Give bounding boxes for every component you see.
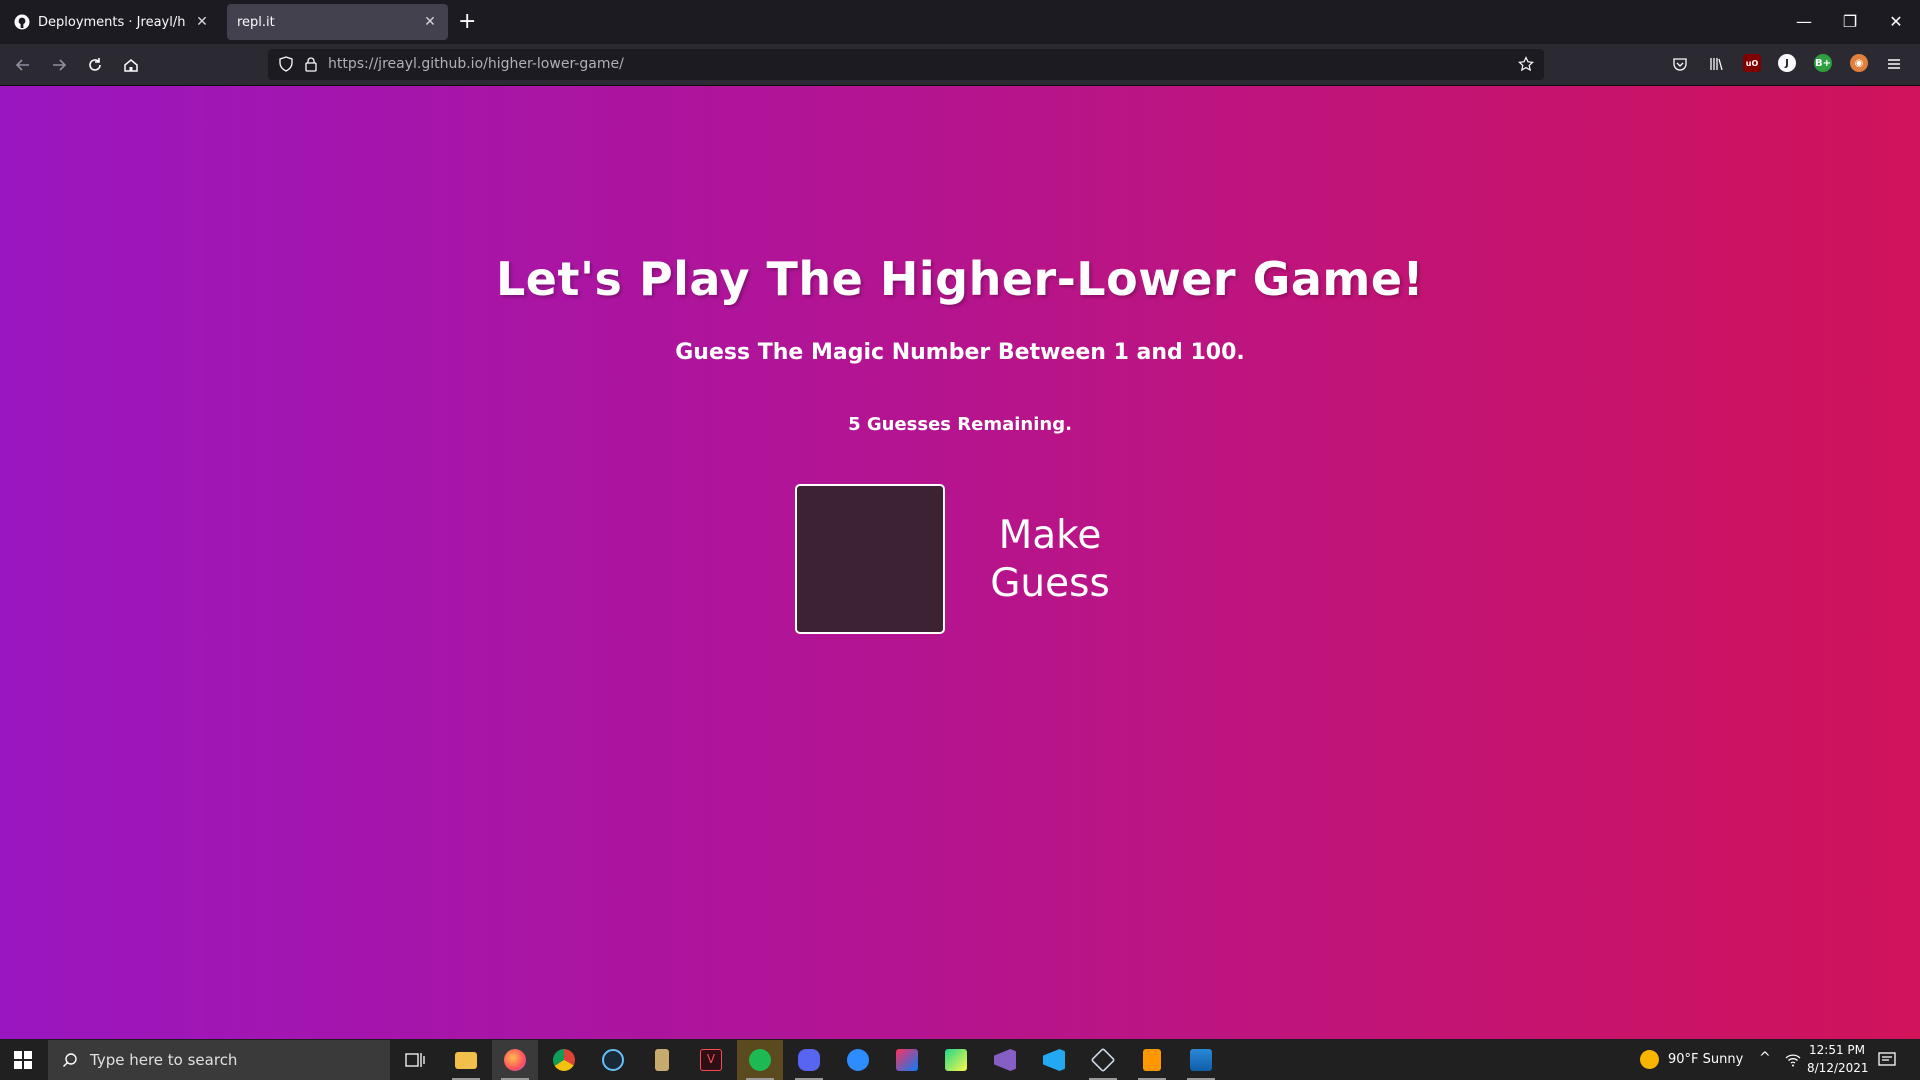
intellij-icon[interactable] bbox=[884, 1040, 930, 1080]
forward-arrow-icon bbox=[53, 59, 67, 71]
make-guess-button[interactable]: Make Guess bbox=[975, 510, 1125, 610]
valorant-icon[interactable]: V bbox=[688, 1040, 734, 1080]
windows-taskbar: Type here to search V 90°F Sunny ^ 12:51… bbox=[0, 1040, 1920, 1080]
bookmark-star-icon[interactable] bbox=[1518, 56, 1534, 72]
page-title: Let's Play The Higher-Lower Game! bbox=[495, 252, 1425, 306]
back-arrow-icon bbox=[15, 59, 29, 71]
sublime-text-icon[interactable] bbox=[1129, 1040, 1175, 1080]
search-placeholder: Type here to search bbox=[90, 1051, 238, 1069]
extension-icon-2[interactable]: ◉ bbox=[1850, 54, 1868, 72]
game-page: Let's Play The Higher-Lower Game! Guess … bbox=[0, 86, 1920, 1039]
virtualbox-icon[interactable] bbox=[1080, 1040, 1126, 1080]
restore-icon[interactable]: ❐ bbox=[1838, 10, 1862, 34]
tab-deployments[interactable]: Deployments · Jreayl/higher-lower-game ✕ bbox=[4, 4, 220, 40]
lock-icon[interactable] bbox=[304, 56, 318, 72]
address-bar[interactable]: https://jreayl.github.io/higher-lower-ga… bbox=[268, 49, 1544, 80]
chevron-up-icon[interactable]: ^ bbox=[1759, 1050, 1771, 1066]
menu-icon[interactable] bbox=[1886, 56, 1902, 72]
zoom-icon[interactable] bbox=[835, 1040, 881, 1080]
photos-icon[interactable] bbox=[1178, 1040, 1224, 1080]
url-text[interactable]: https://jreayl.github.io/higher-lower-ga… bbox=[328, 56, 624, 72]
shield-icon[interactable] bbox=[278, 56, 294, 72]
league-of-legends-icon[interactable] bbox=[639, 1040, 685, 1080]
close-tab-icon[interactable]: ✕ bbox=[194, 14, 210, 30]
windows-logo-icon bbox=[14, 1051, 32, 1069]
visual-studio-icon[interactable] bbox=[982, 1040, 1028, 1080]
clock-time[interactable]: 12:51 PM bbox=[1809, 1043, 1865, 1057]
url-path: /higher-lower-game/ bbox=[483, 56, 624, 72]
ublock-icon[interactable]: uO bbox=[1743, 54, 1761, 72]
back-button[interactable] bbox=[10, 52, 36, 78]
github-icon bbox=[14, 14, 30, 30]
search-icon bbox=[63, 1053, 77, 1067]
sun-icon[interactable] bbox=[1640, 1050, 1659, 1069]
reload-icon bbox=[89, 58, 101, 71]
tab-title: repl.it bbox=[237, 14, 275, 30]
steam-icon[interactable] bbox=[590, 1040, 636, 1080]
browser-toolbar: https://jreayl.github.io/higher-lower-ga… bbox=[0, 44, 1920, 86]
taskbar-search-box[interactable]: Type here to search bbox=[48, 1040, 390, 1080]
new-tab-button[interactable]: + bbox=[458, 10, 476, 34]
vscode-icon[interactable] bbox=[1031, 1040, 1077, 1080]
firefox-icon[interactable] bbox=[492, 1040, 538, 1080]
library-icon[interactable] bbox=[1708, 56, 1724, 72]
start-button[interactable] bbox=[0, 1040, 46, 1080]
notifications-icon[interactable] bbox=[1878, 1052, 1896, 1068]
close-tab-icon[interactable]: ✕ bbox=[422, 14, 438, 30]
close-window-icon[interactable]: ✕ bbox=[1884, 10, 1908, 34]
forward-button[interactable] bbox=[46, 52, 72, 78]
tab-replit[interactable]: repl.it ✕ bbox=[227, 4, 448, 40]
url-host: https://jreayl.github.io bbox=[328, 56, 484, 72]
task-view-icon[interactable] bbox=[392, 1040, 438, 1080]
wifi-icon[interactable] bbox=[1785, 1053, 1801, 1067]
guesses-remaining-text: 5 Guesses Remaining. bbox=[848, 414, 1072, 435]
account-icon[interactable]: J bbox=[1778, 54, 1796, 72]
weather-text[interactable]: 90°F Sunny bbox=[1668, 1052, 1743, 1067]
tab-title: Deployments · Jreayl/higher-lower-game bbox=[38, 14, 186, 30]
extension-icon[interactable]: B+ bbox=[1814, 54, 1832, 72]
guess-input[interactable] bbox=[795, 484, 945, 634]
minimize-icon[interactable]: — bbox=[1792, 10, 1816, 34]
spotify-icon[interactable] bbox=[737, 1040, 783, 1080]
clock-date[interactable]: 8/12/2021 bbox=[1807, 1061, 1869, 1075]
pycharm-icon[interactable] bbox=[933, 1040, 979, 1080]
instructions-text: Guess The Magic Number Between 1 and 100… bbox=[675, 340, 1245, 365]
browser-tab-strip: Deployments · Jreayl/higher-lower-game ✕… bbox=[0, 0, 1920, 44]
discord-icon[interactable] bbox=[786, 1040, 832, 1080]
file-explorer-icon[interactable] bbox=[443, 1040, 489, 1080]
home-button[interactable] bbox=[118, 52, 144, 78]
pocket-icon[interactable] bbox=[1672, 56, 1688, 72]
home-icon bbox=[124, 59, 138, 72]
reload-button[interactable] bbox=[82, 52, 108, 78]
chrome-icon[interactable] bbox=[541, 1040, 587, 1080]
